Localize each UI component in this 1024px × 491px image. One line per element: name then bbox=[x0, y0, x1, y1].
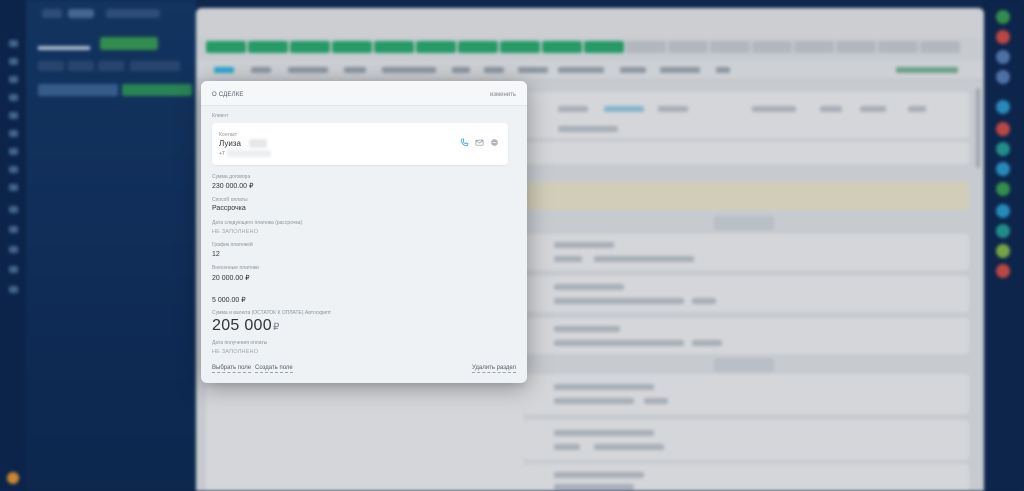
delete-section-link[interactable]: Удалить раздел bbox=[472, 364, 516, 373]
phone-icon[interactable] bbox=[460, 137, 469, 147]
section-header bbox=[201, 81, 527, 106]
extra-amount-value[interactable]: 5 000.00 ₽ bbox=[212, 296, 246, 304]
redacted-surname bbox=[249, 139, 267, 148]
client-card[interactable]: Контакт Луиза +7 bbox=[212, 123, 508, 165]
section-footer: Выбрать поле Создать поле Удалить раздел bbox=[212, 364, 516, 374]
chat-icon[interactable] bbox=[490, 138, 499, 147]
payment-schedule-label: График платежей bbox=[212, 242, 253, 248]
edit-section-link[interactable]: изменить bbox=[490, 92, 516, 98]
payment-method-value[interactable]: Рассрочка bbox=[212, 205, 246, 212]
payment-received-date-label: Дата получения оплаты bbox=[212, 340, 268, 346]
payment-received-date-value[interactable]: НЕ ЗАПОЛНЕНО bbox=[212, 349, 258, 355]
contact-actions bbox=[460, 137, 499, 147]
paid-amount-value[interactable]: 20 000.00 ₽ bbox=[212, 274, 250, 282]
section-title: О СДЕЛКЕ bbox=[212, 92, 244, 98]
remaining-sum-value[interactable]: 205 000 bbox=[212, 317, 272, 335]
remaining-sum-label: Сумма и валюта (ОСТАТОК К ОПЛАТЕ) Автоск… bbox=[212, 310, 332, 316]
next-payment-date-label: Дата следующего платежа (рассрочка) bbox=[212, 220, 303, 226]
payment-method-label: Способ оплаты bbox=[212, 197, 248, 203]
paid-amount-label: Внесенные платежи bbox=[212, 265, 259, 271]
contact-phone[interactable]: +7 bbox=[219, 151, 225, 157]
contract-sum-label: Сумма договора bbox=[212, 174, 251, 180]
deal-info-section: О СДЕЛКЕ изменить Клиент Контакт Луиза +… bbox=[201, 81, 527, 383]
client-label: Клиент bbox=[212, 113, 229, 119]
select-field-link[interactable]: Выбрать поле bbox=[212, 364, 252, 373]
remaining-currency: ₽ bbox=[273, 322, 280, 333]
contact-label: Контакт bbox=[219, 132, 238, 138]
payment-schedule-value[interactable]: 12 bbox=[212, 251, 220, 258]
contact-name[interactable]: Луиза bbox=[219, 139, 241, 148]
next-payment-date-value[interactable]: НЕ ЗАПОЛНЕНО bbox=[212, 229, 258, 235]
contract-sum-value[interactable]: 230 000.00 ₽ bbox=[212, 182, 253, 190]
redacted-phone bbox=[227, 150, 271, 157]
create-field-link[interactable]: Создать поле bbox=[255, 364, 293, 373]
mail-icon[interactable] bbox=[475, 138, 484, 147]
